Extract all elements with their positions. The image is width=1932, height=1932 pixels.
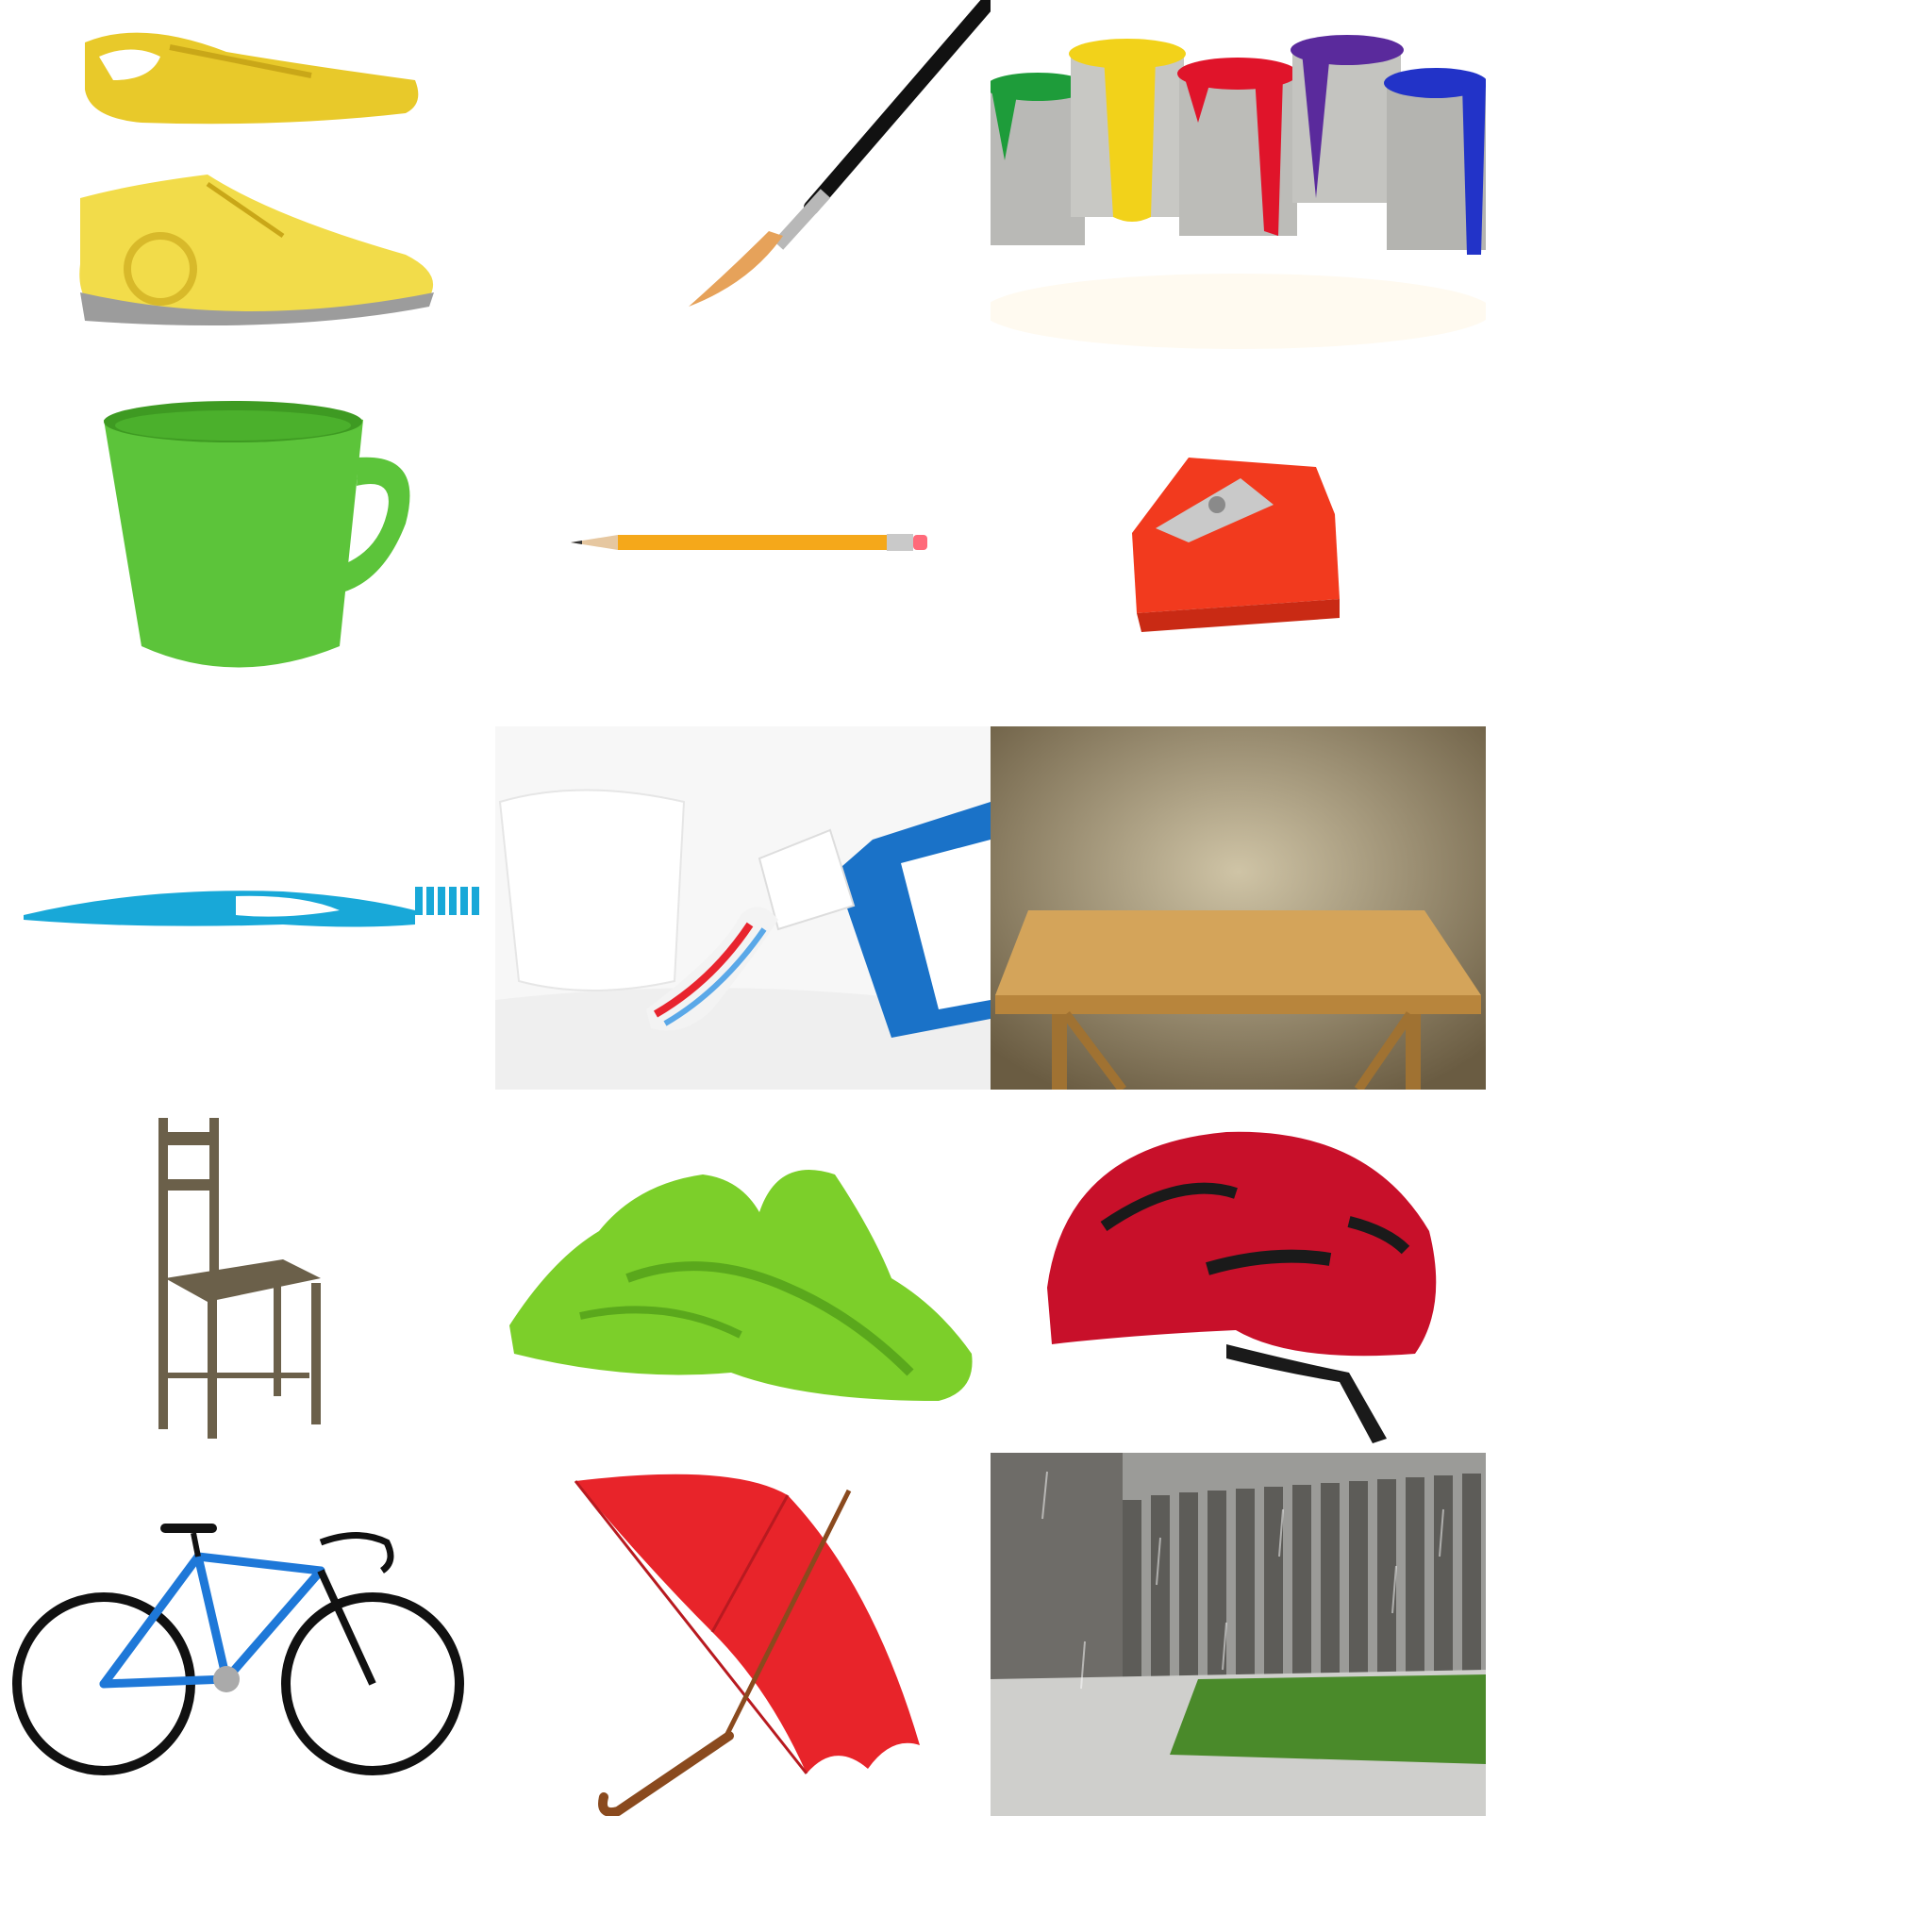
sneakers-image [0, 0, 495, 363]
wooden-chair-image [0, 1090, 495, 1453]
rain-in-yard-image [991, 1453, 1486, 1816]
paintbrush-image [495, 0, 991, 363]
toothbrush-image [0, 726, 495, 1090]
image-grid [0, 0, 1486, 1816]
paint-cans-image [991, 0, 1486, 363]
toothpaste-image [495, 726, 991, 1090]
bicycle-image [0, 1453, 495, 1816]
towel-image [495, 1090, 991, 1453]
mug-image [0, 363, 495, 726]
pencil-image [495, 363, 991, 726]
bike-helmet-image [991, 1090, 1486, 1453]
pencil-sharpener-image [991, 363, 1486, 726]
umbrella-image [495, 1453, 991, 1816]
wooden-table-image [991, 726, 1486, 1090]
